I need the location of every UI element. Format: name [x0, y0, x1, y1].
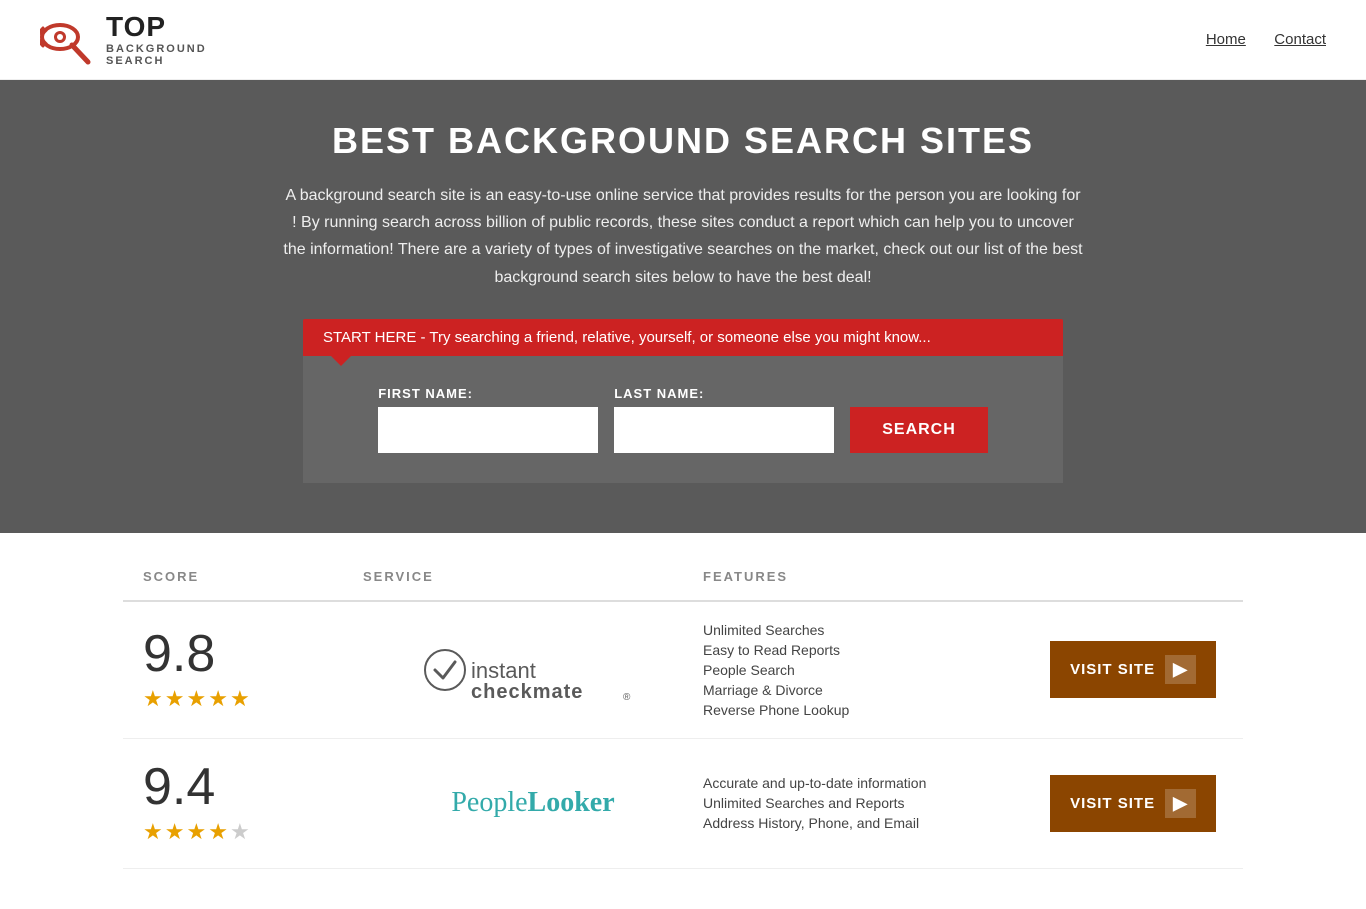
search-form-area: FIRST NAME: LAST NAME: SEARCH: [303, 356, 1063, 483]
star-5: ★: [230, 686, 250, 712]
stars-2: ★ ★ ★ ★ ★: [143, 819, 250, 845]
star-2-2: ★: [165, 819, 185, 845]
nav-home[interactable]: Home: [1206, 31, 1246, 48]
visit-cell-2: VISIT SITE ▶: [1043, 775, 1223, 832]
star-1: ★: [143, 686, 163, 712]
score-number-1: 9.8: [143, 628, 215, 680]
callout-bar: START HERE - Try searching a friend, rel…: [303, 319, 1063, 356]
table-row: 9.8 ★ ★ ★ ★ ★ instant checkmate ®: [123, 602, 1243, 739]
logo-top-text: TOP: [106, 12, 207, 43]
star-2-4: ★: [208, 819, 228, 845]
first-name-label: FIRST NAME:: [378, 386, 473, 401]
search-form: FIRST NAME: LAST NAME: SEARCH: [323, 386, 1043, 453]
features-cell-2: Accurate and up-to-date information Unli…: [703, 775, 1043, 831]
svg-text:instant: instant: [471, 658, 536, 683]
visit-button-1[interactable]: VISIT SITE ▶: [1050, 641, 1216, 698]
feature-1-5: Reverse Phone Lookup: [703, 702, 1043, 718]
main-nav: Home Contact: [1182, 31, 1326, 49]
peoplelooker-people: People: [451, 787, 527, 818]
logo-sub-text: BACKGROUNDSEARCH: [106, 43, 207, 67]
arrow-right-icon-2: ▶: [1165, 789, 1196, 818]
star-3: ★: [186, 686, 206, 712]
score-number-2: 9.4: [143, 761, 215, 813]
feature-2-3: Address History, Phone, and Email: [703, 815, 1043, 831]
star-4: ★: [208, 686, 228, 712]
nav-contact[interactable]: Contact: [1274, 31, 1326, 48]
results-section: SCORE SERVICE FEATURES 9.8 ★ ★ ★ ★ ★ ins…: [83, 553, 1283, 909]
peoplelooker-logo: PeopleLooker: [451, 787, 614, 819]
peoplelooker-looker: Looker: [528, 787, 615, 818]
star-2-3: ★: [186, 819, 206, 845]
logo-icon: [40, 12, 100, 67]
logo: TOP BACKGROUNDSEARCH: [40, 12, 207, 67]
visit-cell-1: VISIT SITE ▶: [1043, 641, 1223, 698]
stars-1: ★ ★ ★ ★ ★: [143, 686, 250, 712]
star-2-5: ★: [230, 819, 250, 845]
features-cell-1: Unlimited Searches Easy to Read Reports …: [703, 622, 1043, 718]
feature-1-4: Marriage & Divorce: [703, 682, 1043, 698]
feature-1-3: People Search: [703, 662, 1043, 678]
visit-button-2[interactable]: VISIT SITE ▶: [1050, 775, 1216, 832]
first-name-input[interactable]: [378, 407, 598, 453]
search-button[interactable]: SEARCH: [850, 407, 988, 453]
table-row-2: 9.4 ★ ★ ★ ★ ★ PeopleLooker Accurate and …: [123, 739, 1243, 869]
arrow-right-icon-1: ▶: [1165, 655, 1196, 684]
header: TOP BACKGROUNDSEARCH Home Contact: [0, 0, 1366, 80]
visit-label-1: VISIT SITE: [1070, 661, 1155, 678]
last-name-input[interactable]: [614, 407, 834, 453]
score-cell-1: 9.8 ★ ★ ★ ★ ★: [143, 628, 363, 712]
service-logo-2: PeopleLooker: [363, 787, 703, 819]
last-name-label: LAST NAME:: [614, 386, 704, 401]
svg-text:®: ®: [623, 692, 631, 700]
page-title: BEST BACKGROUND SEARCH SITES: [20, 120, 1346, 162]
checkmate-svg: instant checkmate ®: [423, 640, 643, 700]
col-features: FEATURES: [703, 569, 1043, 584]
callout-text: START HERE - Try searching a friend, rel…: [323, 329, 931, 346]
star-2-1: ★: [143, 819, 163, 845]
service-logo-1: instant checkmate ®: [363, 640, 703, 700]
logo-text: TOP BACKGROUNDSEARCH: [106, 12, 207, 67]
star-2: ★: [165, 686, 185, 712]
hero-description: A background search site is an easy-to-u…: [283, 182, 1083, 291]
visit-label-2: VISIT SITE: [1070, 795, 1155, 812]
first-name-group: FIRST NAME:: [378, 386, 598, 453]
feature-1-2: Easy to Read Reports: [703, 642, 1043, 658]
hero-section: BEST BACKGROUND SEARCH SITES A backgroun…: [0, 80, 1366, 533]
last-name-group: LAST NAME:: [614, 386, 834, 453]
table-header: SCORE SERVICE FEATURES: [123, 553, 1243, 602]
feature-2-1: Accurate and up-to-date information: [703, 775, 1043, 791]
svg-text:checkmate: checkmate: [471, 681, 583, 700]
col-action: [1043, 569, 1223, 584]
feature-1-1: Unlimited Searches: [703, 622, 1043, 638]
col-service: SERVICE: [363, 569, 703, 584]
score-cell-2: 9.4 ★ ★ ★ ★ ★: [143, 761, 363, 845]
col-score: SCORE: [143, 569, 363, 584]
feature-2-2: Unlimited Searches and Reports: [703, 795, 1043, 811]
